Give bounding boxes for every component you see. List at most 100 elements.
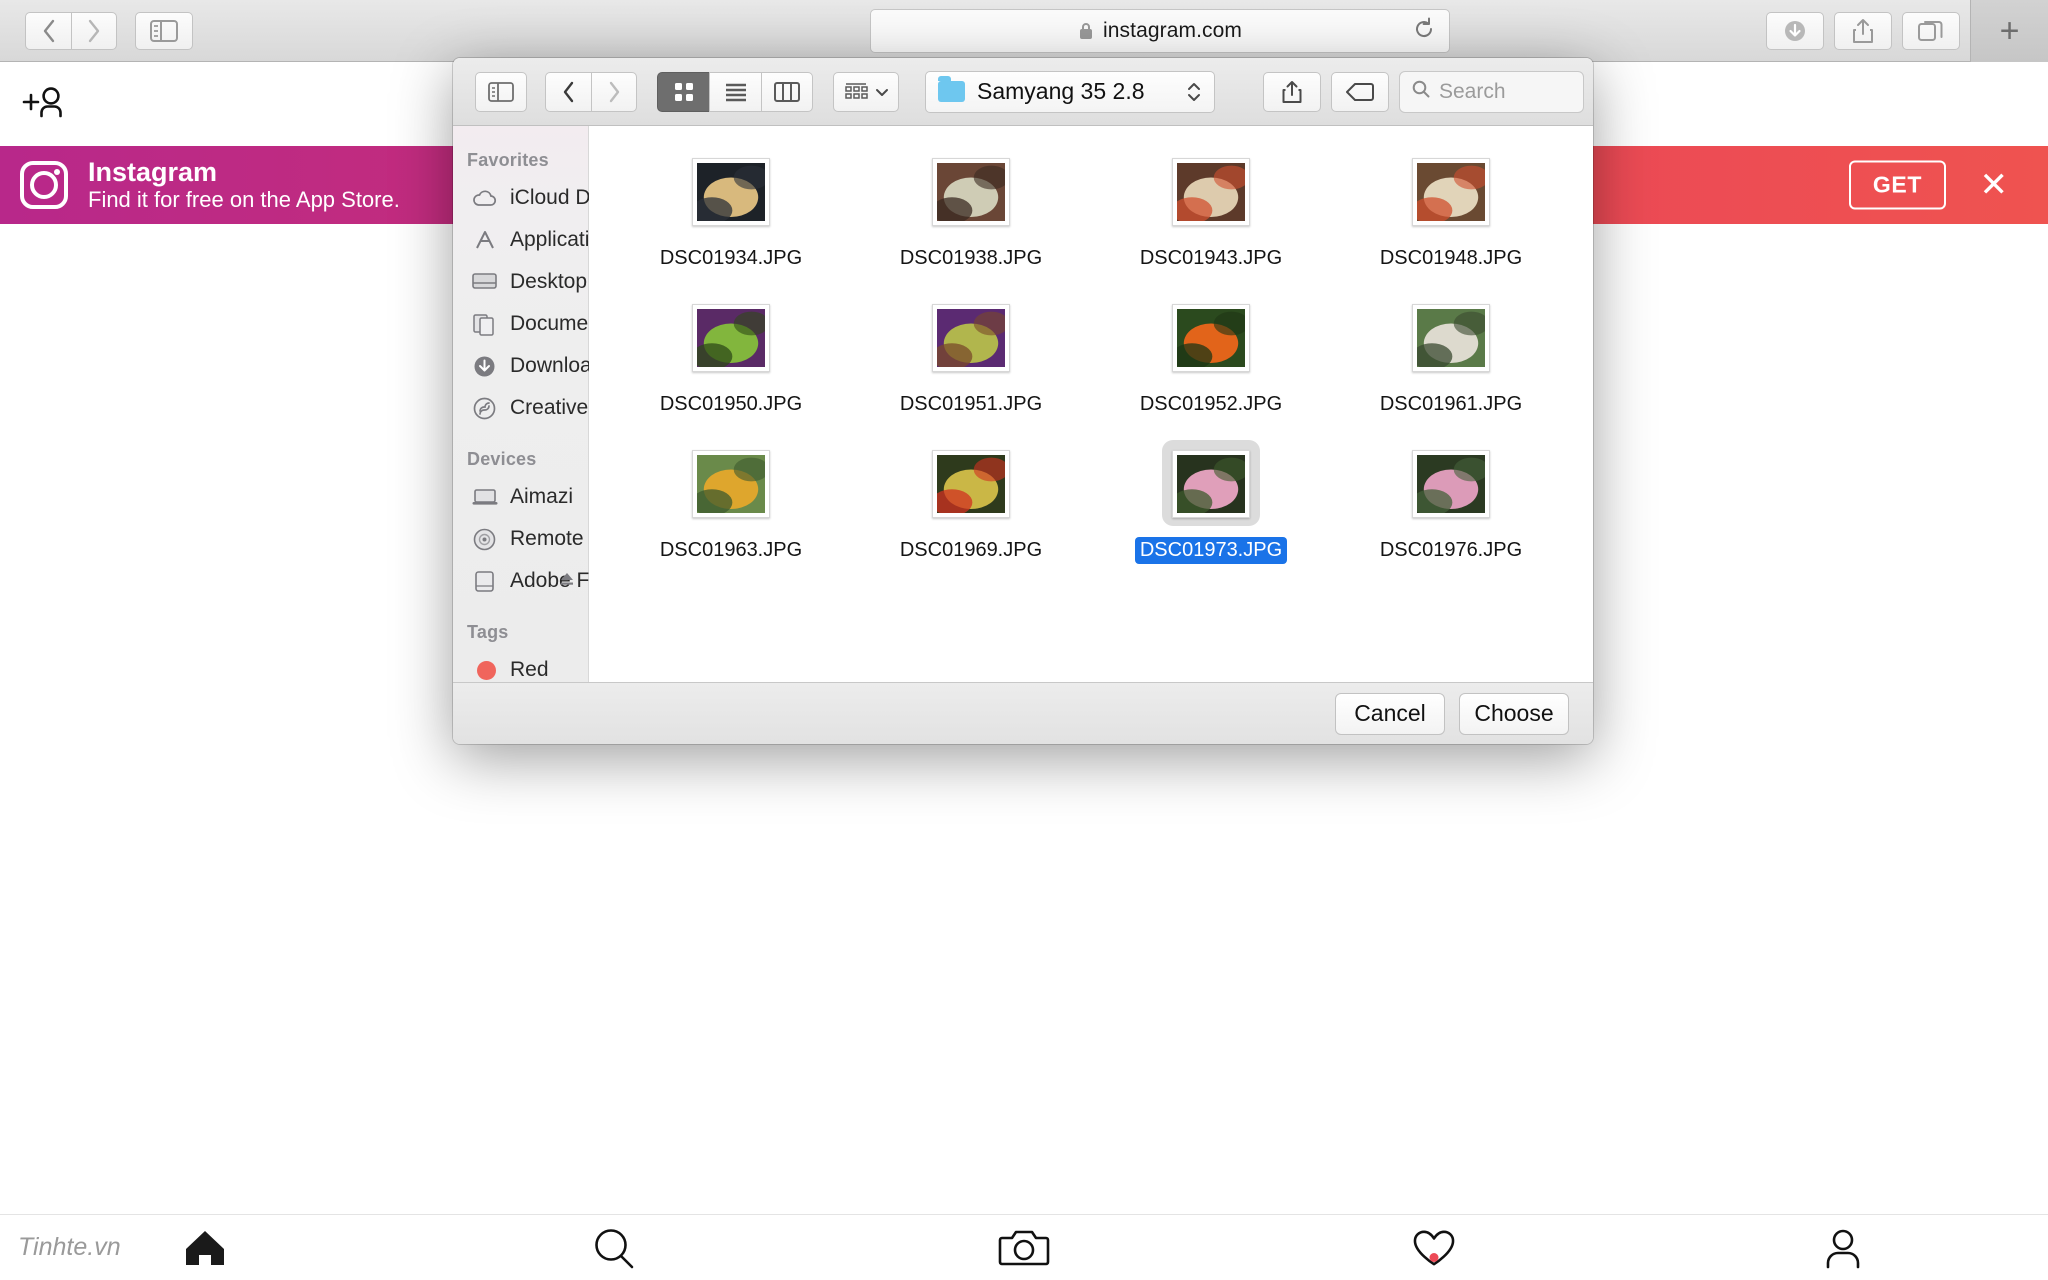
file-name-label: DSC01943.JPG	[1139, 247, 1283, 269]
get-button[interactable]: GET	[1848, 160, 1946, 210]
chevron-down-icon	[875, 88, 888, 96]
lock-icon	[1078, 21, 1094, 41]
nav-item-activity[interactable]	[1229, 1228, 1639, 1268]
file-item[interactable]: DSC01961.JPG	[1331, 294, 1571, 418]
file-name-label: DSC01952.JPG	[1139, 393, 1283, 415]
site-watermark: Tinhte.vn	[18, 1233, 121, 1261]
cancel-button[interactable]: Cancel	[1335, 692, 1445, 735]
finder-share-button[interactable]	[1263, 71, 1321, 112]
nav-item-profile[interactable]	[1638, 1227, 2048, 1269]
cloud-icon	[471, 186, 498, 210]
folder-icon	[938, 76, 965, 102]
sidebar-item-documents[interactable]: Documents	[453, 303, 616, 345]
new-tab-button[interactable]: +	[1970, 0, 2048, 62]
file-item[interactable]: DSC01963.JPG	[611, 440, 851, 564]
file-name-label: DSC01976.JPG	[1379, 539, 1523, 561]
file-item-inner	[1402, 294, 1500, 380]
forward-button[interactable]	[71, 11, 117, 50]
file-item-inner	[922, 440, 1020, 526]
address-bar[interactable]: instagram.com	[870, 9, 1450, 53]
finder-nav-group	[545, 71, 637, 112]
creative-cloud-icon	[471, 396, 498, 420]
file-thumbnail	[692, 158, 770, 226]
list-view-icon[interactable]	[709, 71, 761, 112]
downloads-button[interactable]	[1766, 12, 1824, 50]
finder-forward-button[interactable]	[591, 71, 637, 112]
choose-button[interactable]: Choose	[1459, 692, 1569, 735]
stepper-updown-icon[interactable]	[1186, 79, 1202, 105]
sidebar-item-icloud-drive[interactable]: iCloud Drive	[453, 177, 624, 219]
applications-icon	[471, 228, 498, 252]
sidebar-item-remote-disc[interactable]: Remote Disc	[453, 518, 630, 560]
file-name-label: DSC01961.JPG	[1379, 393, 1523, 415]
file-picker-dialog: Samyang 35 2.8 Search Favorites iCloud D…	[453, 58, 1593, 744]
dialog-footer: Cancel Choose	[453, 682, 1593, 744]
tag-icon	[1346, 82, 1374, 101]
file-thumbnail	[932, 158, 1010, 226]
file-item-inner	[922, 148, 1020, 234]
tab-overview-button[interactable]	[1902, 12, 1960, 50]
finder-back-button[interactable]	[545, 71, 591, 112]
file-item[interactable]: DSC01976.JPG	[1331, 440, 1571, 564]
chrome-right-buttons	[1766, 12, 1960, 50]
eject-icon[interactable]	[558, 571, 576, 592]
sidebar-item-downloads[interactable]: Downloads	[453, 345, 614, 387]
file-item-inner	[1402, 440, 1500, 526]
back-button[interactable]	[25, 11, 71, 50]
file-item[interactable]: DSC01948.JPG	[1331, 148, 1571, 272]
file-item[interactable]: DSC01951.JPG	[851, 294, 1091, 418]
sidebar-toggle-button[interactable]	[135, 11, 193, 50]
banner-text: Instagram Find it for free on the App St…	[88, 157, 400, 213]
arrange-by-button[interactable]	[833, 71, 899, 112]
nav-item-camera[interactable]	[819, 1228, 1229, 1268]
sidebar-item-desktop[interactable]: Desktop	[453, 261, 588, 303]
sidebar-section-header-tags: Tags	[467, 622, 509, 642]
search-placeholder: Search	[1439, 79, 1506, 103]
sidebar-item-creative-cloud[interactable]: Creative Cloud...	[453, 387, 666, 429]
file-item-inner	[1162, 440, 1260, 526]
finder-sidebar-toggle-button[interactable]	[475, 71, 527, 112]
search-icon	[595, 1228, 634, 1268]
file-item[interactable]: DSC01952.JPG	[1091, 294, 1331, 418]
file-item[interactable]: DSC01943.JPG	[1091, 148, 1331, 272]
file-item[interactable]: DSC01934.JPG	[611, 148, 851, 272]
column-view-icon[interactable]	[761, 71, 813, 112]
nav-button-group	[25, 11, 117, 50]
path-popup-button[interactable]: Samyang 35 2.8	[925, 70, 1215, 113]
file-thumbnail	[932, 450, 1010, 518]
file-grid: DSC01934.JPG DSC01938.JPG DSC01943.JPG DSC0…	[589, 148, 1593, 564]
file-thumbnail	[1172, 450, 1250, 518]
finder-body: Favorites iCloud Drive Applications Desk…	[453, 126, 1593, 682]
reload-icon[interactable]	[1413, 17, 1435, 46]
file-item-inner	[682, 440, 780, 526]
file-item[interactable]: DSC01969.JPG	[851, 440, 1091, 564]
file-thumbnail	[1412, 450, 1490, 518]
home-icon	[185, 1230, 224, 1265]
disc-icon	[471, 527, 498, 551]
sidebar-item-applications[interactable]: Applications	[453, 219, 623, 261]
desktop-icon	[471, 270, 498, 294]
file-name-label: DSC01951.JPG	[899, 393, 1043, 415]
file-thumbnail	[1172, 158, 1250, 226]
file-item[interactable]: DSC01950.JPG	[611, 294, 851, 418]
file-grid-area[interactable]: DSC01934.JPG DSC01938.JPG DSC01943.JPG DSC0…	[589, 126, 1593, 682]
file-name-label: DSC01934.JPG	[659, 247, 803, 269]
search-input[interactable]: Search	[1399, 70, 1584, 113]
file-thumbnail	[932, 304, 1010, 372]
finder-tag-button[interactable]	[1331, 71, 1389, 112]
sidebar-item-adobe-flash[interactable]: Adobe Flas...	[453, 560, 634, 602]
banner-title: Instagram	[88, 157, 218, 188]
sidebar-label: Aimazi	[510, 485, 574, 508]
share-button[interactable]	[1834, 12, 1892, 50]
sidebar-item-aimazi[interactable]: Aimazi	[453, 476, 588, 518]
file-item[interactable]: DSC01938.JPG	[851, 148, 1091, 272]
nav-item-search[interactable]	[410, 1226, 820, 1270]
url-text: instagram.com	[1102, 19, 1242, 42]
laptop-icon	[471, 485, 498, 509]
sidebar-label: Red	[510, 658, 549, 681]
banner-close-icon[interactable]: ✕	[1980, 168, 2009, 202]
icon-view-icon[interactable]	[657, 71, 709, 112]
file-item[interactable]: DSC01973.JPG	[1091, 440, 1331, 564]
add-person-icon[interactable]	[20, 85, 66, 124]
sidebar-item-tag-red[interactable]: Red	[453, 649, 588, 691]
